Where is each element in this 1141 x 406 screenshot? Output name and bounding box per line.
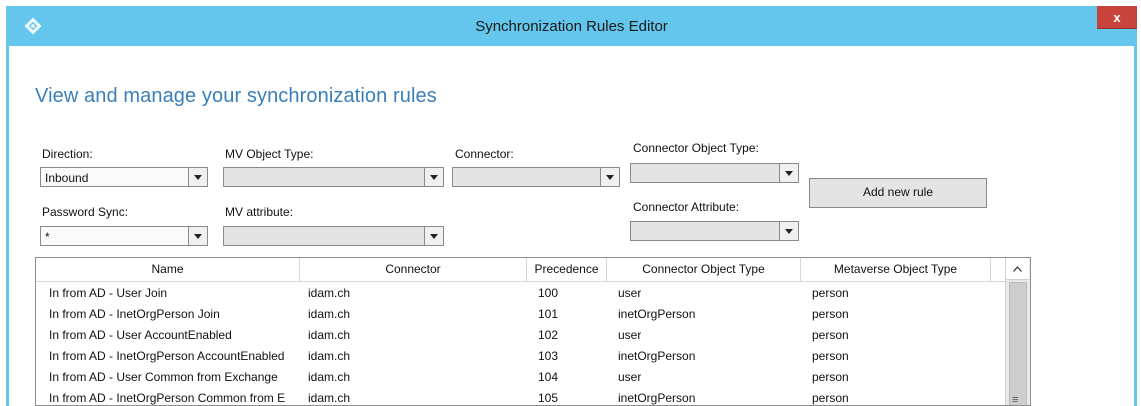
column-header-connector[interactable]: Connector: [300, 258, 527, 281]
cell-connector: idam.ch: [308, 286, 351, 300]
grip-icon: ≡: [1012, 394, 1019, 406]
cell-name: In from AD - User Common from Exchange: [49, 370, 278, 384]
direction-value: Inbound: [45, 171, 89, 185]
connector-select[interactable]: [452, 167, 620, 187]
mv-attribute-select[interactable]: [223, 226, 444, 246]
page-title: View and manage your synchronization rul…: [35, 85, 437, 107]
grid-header: Name Connector Precedence Connector Obje…: [36, 258, 1006, 282]
table-row[interactable]: In from AD - User AccountEnabled idam.ch…: [36, 325, 1006, 346]
cell-metaverse-object-type: person: [812, 370, 849, 384]
mv-object-type-label: MV Object Type:: [225, 147, 314, 161]
vertical-scrollbar[interactable]: ≡: [1005, 258, 1030, 405]
table-row[interactable]: In from AD - InetOrgPerson Join idam.ch …: [36, 304, 1006, 325]
cell-connector: idam.ch: [308, 349, 351, 363]
chevron-down-icon: [424, 168, 443, 186]
cell-name: In from AD - User AccountEnabled: [49, 328, 232, 342]
window-title: Synchronization Rules Editor: [475, 18, 668, 35]
connector-object-type-select[interactable]: [630, 163, 799, 183]
cell-precedence: 105: [538, 391, 559, 405]
chevron-down-icon: [424, 227, 443, 245]
table-row[interactable]: In from AD - InetOrgPerson AccountEnable…: [36, 346, 1006, 367]
scrollbar-thumb[interactable]: [1009, 282, 1027, 405]
password-sync-label: Password Sync:: [42, 205, 129, 219]
cell-precedence: 104: [538, 370, 559, 384]
table-row[interactable]: In from AD - User Common from Exchange i…: [36, 367, 1006, 388]
table-row[interactable]: In from AD - User Join idam.ch 100 user …: [36, 283, 1006, 304]
cell-connector: idam.ch: [308, 307, 351, 321]
chevron-down-icon: [188, 168, 207, 186]
direction-select[interactable]: Inbound: [40, 167, 208, 187]
cell-precedence: 102: [538, 328, 559, 342]
connector-label: Connector:: [455, 147, 514, 161]
cell-metaverse-object-type: person: [812, 391, 849, 405]
cell-connector-object-type: user: [618, 286, 642, 300]
cell-connector-object-type: inetOrgPerson: [618, 391, 696, 405]
close-icon: x: [1113, 9, 1121, 25]
rules-grid[interactable]: Name Connector Precedence Connector Obje…: [35, 257, 1031, 406]
column-header-name[interactable]: Name: [36, 258, 300, 281]
chevron-down-icon: [779, 222, 798, 240]
cell-connector: idam.ch: [308, 328, 351, 342]
title-bar[interactable]: Synchronization Rules Editor x: [9, 6, 1137, 46]
cell-name: In from AD - InetOrgPerson Join: [49, 307, 220, 321]
cell-metaverse-object-type: person: [812, 349, 849, 363]
cell-connector-object-type: inetOrgPerson: [618, 307, 696, 321]
cell-precedence: 103: [538, 349, 559, 363]
main-window: Synchronization Rules Editor x View and …: [6, 6, 1137, 406]
cell-connector: idam.ch: [308, 370, 351, 384]
close-button[interactable]: x: [1097, 6, 1137, 29]
mv-attribute-label: MV attribute:: [225, 205, 294, 219]
cell-name: In from AD - User Join: [49, 286, 168, 300]
column-header-connector-object-type[interactable]: Connector Object Type: [607, 258, 801, 281]
password-sync-select[interactable]: *: [40, 226, 208, 246]
add-new-rule-button[interactable]: Add new rule: [809, 178, 987, 208]
chevron-down-icon: [188, 227, 207, 245]
cell-connector: idam.ch: [308, 391, 351, 405]
direction-label: Direction:: [42, 147, 93, 161]
cell-metaverse-object-type: person: [812, 307, 849, 321]
cell-connector-object-type: inetOrgPerson: [618, 349, 696, 363]
cell-metaverse-object-type: person: [812, 328, 849, 342]
column-header-precedence[interactable]: Precedence: [527, 258, 607, 281]
cell-metaverse-object-type: person: [812, 286, 849, 300]
cell-name: In from AD - InetOrgPerson AccountEnable…: [49, 349, 285, 363]
password-sync-value: *: [45, 230, 50, 244]
cell-precedence: 100: [538, 286, 559, 300]
mv-object-type-select[interactable]: [223, 167, 444, 187]
chevron-down-icon: [779, 164, 798, 182]
cell-precedence: 101: [538, 307, 559, 321]
column-header-metaverse-object-type[interactable]: Metaverse Object Type: [801, 258, 991, 281]
chevron-up-icon[interactable]: [1006, 258, 1029, 280]
cell-connector-object-type: user: [618, 370, 642, 384]
cell-connector-object-type: user: [618, 328, 642, 342]
connector-attribute-select[interactable]: [630, 221, 799, 241]
chevron-down-icon: [600, 168, 619, 186]
connector-attribute-label: Connector Attribute:: [633, 200, 740, 214]
cell-name: In from AD - InetOrgPerson Common from E: [49, 391, 286, 405]
table-row[interactable]: In from AD - InetOrgPerson Common from E…: [36, 388, 1006, 405]
connector-object-type-label: Connector Object Type:: [633, 141, 759, 155]
